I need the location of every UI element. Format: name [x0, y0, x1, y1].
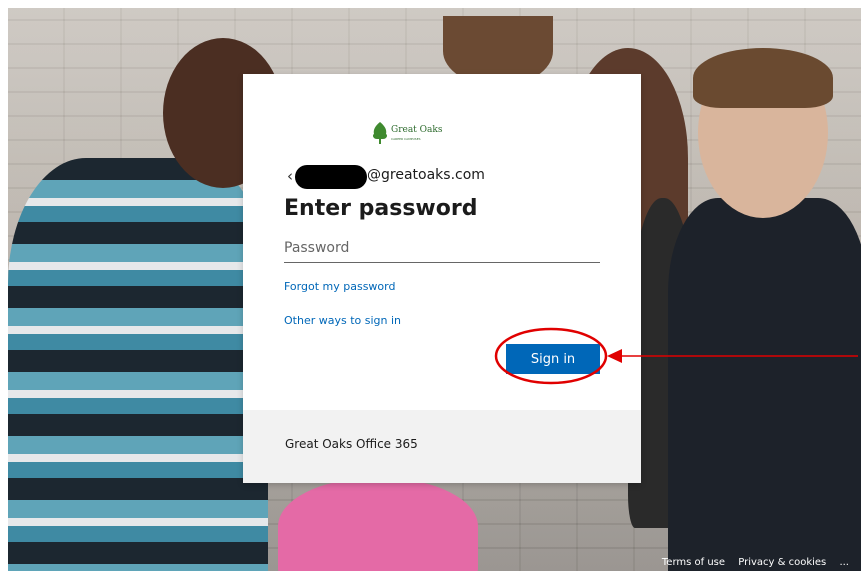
other-ways-link[interactable]: Other ways to sign in — [284, 314, 401, 327]
person-jacket-right — [668, 198, 861, 571]
oak-leaf-icon — [373, 122, 387, 144]
privacy-link[interactable]: Privacy & cookies — [738, 557, 826, 568]
person-pink-shirt — [278, 478, 478, 571]
footer-text: Great Oaks Office 365 — [285, 437, 418, 451]
page-title: Enter password — [284, 196, 478, 221]
redaction-mark — [295, 165, 367, 189]
person-striped-shirt — [8, 158, 268, 571]
great-oaks-logo: Great Oaks CAREER CAMPUSES — [371, 119, 451, 147]
sign-in-dialog: Great Oaks CAREER CAMPUSES ‹ @greatoaks.… — [243, 74, 641, 483]
terms-link[interactable]: Terms of use — [662, 557, 725, 568]
arrow-left-icon[interactable]: ‹ — [287, 167, 293, 185]
page-footer-links: Terms of use Privacy & cookies ... — [652, 557, 849, 571]
forgot-password-link[interactable]: Forgot my password — [284, 280, 395, 293]
password-input[interactable] — [284, 234, 600, 263]
logo-subtitle: CAREER CAMPUSES — [391, 137, 421, 141]
sign-in-button[interactable]: Sign in — [506, 344, 600, 374]
dialog-footer: Great Oaks Office 365 — [243, 410, 641, 483]
email-suffix: @greatoaks.com — [367, 167, 485, 183]
logo-name: Great Oaks — [391, 125, 443, 135]
more-options-link[interactable]: ... — [839, 557, 849, 568]
person-hair-right — [693, 48, 833, 108]
